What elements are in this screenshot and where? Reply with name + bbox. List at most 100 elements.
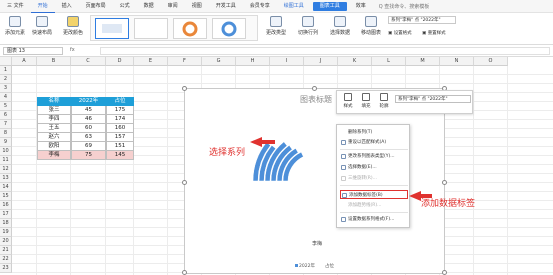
row-header-5[interactable]: 5 (0, 102, 12, 111)
table-cell[interactable]: 151 (106, 142, 134, 151)
format-selection-button[interactable]: ▣ 设置格式 (388, 30, 412, 36)
menu-member[interactable]: 会员专享 (243, 0, 277, 13)
menu-delete-series[interactable]: 删除系列(T) (340, 128, 408, 137)
series-selector[interactable]: 系列"李梅" 点 "2022年" (388, 16, 456, 24)
menu-add-data-labels[interactable]: 添加数据标签(B) (340, 190, 408, 199)
row-header-14[interactable]: 14 (0, 183, 12, 192)
menu-review[interactable]: 审阅 (161, 0, 185, 13)
name-box[interactable]: 图表 13 (3, 47, 63, 55)
command-search[interactable]: Q 查找命令、搜索模板 (379, 3, 430, 10)
menu-home[interactable]: 开始 (30, 0, 55, 13)
column-header-b[interactable]: B (37, 57, 71, 66)
menu-data[interactable]: 数据 (137, 0, 161, 13)
row-header-3[interactable]: 3 (0, 84, 12, 93)
table-cell[interactable]: 李梅 (37, 151, 71, 160)
row-header-16[interactable]: 16 (0, 201, 12, 210)
table-cell[interactable]: 45 (71, 106, 106, 115)
table-cell[interactable]: 46 (71, 115, 106, 124)
resize-handle-se[interactable] (442, 270, 447, 275)
table-cell[interactable]: 欧阳 (37, 142, 71, 151)
column-header-e[interactable]: E (134, 57, 168, 66)
column-header-k[interactable]: K (338, 57, 372, 66)
column-header-o[interactable]: O (474, 57, 508, 66)
table-cell[interactable]: 145 (106, 151, 134, 160)
change-type-button[interactable]: 更改类型 (263, 14, 289, 36)
table-cell[interactable]: 75 (71, 151, 106, 160)
row-header-10[interactable]: 10 (0, 147, 12, 156)
table-cell[interactable]: 王五 (37, 124, 71, 133)
menu-add-trendline[interactable]: 添加趋势线(R)... (340, 201, 408, 210)
menu-developer[interactable]: 开发工具 (209, 0, 243, 13)
column-header-c[interactable]: C (71, 57, 106, 66)
row-header-6[interactable]: 6 (0, 111, 12, 120)
row-header-9[interactable]: 9 (0, 138, 12, 147)
add-element-button[interactable]: 添加元素 (4, 14, 26, 36)
change-color-button[interactable]: 更改颜色 (60, 14, 86, 36)
table-cell[interactable]: 175 (106, 106, 134, 115)
column-header-m[interactable]: M (406, 57, 440, 66)
row-header-22[interactable]: 22 (0, 255, 12, 264)
column-header-h[interactable]: H (236, 57, 270, 66)
style-button[interactable]: 样式 (341, 93, 355, 109)
table-header-2022[interactable]: 2022年 (71, 97, 106, 106)
chart-style-2[interactable] (134, 18, 168, 39)
table-cell[interactable]: 张三 (37, 106, 71, 115)
table-cell[interactable]: 157 (106, 133, 134, 142)
column-header-i[interactable]: I (270, 57, 304, 66)
mini-series-selector[interactable]: 系列"李梅" 点 "2022年" (395, 95, 471, 103)
menu-view[interactable]: 视图 (185, 0, 209, 13)
formula-input[interactable] (100, 47, 550, 55)
column-header-a[interactable]: A (12, 57, 37, 66)
menu-select-data[interactable]: 选择数据(E)... (340, 163, 408, 172)
table-cell[interactable]: 160 (106, 124, 134, 133)
switch-row-col-button[interactable]: 切换行列 (294, 14, 322, 36)
table-cell[interactable]: 李四 (37, 115, 71, 124)
row-header-2[interactable]: 2 (0, 75, 12, 84)
select-all-corner[interactable] (0, 57, 12, 66)
column-header-g[interactable]: G (202, 57, 236, 66)
resize-handle-n[interactable] (312, 86, 317, 91)
row-header-7[interactable]: 7 (0, 120, 12, 129)
column-header-l[interactable]: L (372, 57, 406, 66)
resize-handle-sw[interactable] (182, 270, 187, 275)
row-header-20[interactable]: 20 (0, 237, 12, 246)
chart-style-1[interactable] (95, 18, 129, 39)
column-header-j[interactable]: J (304, 57, 338, 66)
row-header-23[interactable]: 23 (0, 264, 12, 273)
chart-legend[interactable]: 2022年 占位 (295, 263, 334, 269)
menu-3d-rotation[interactable]: 三维旋转(R)... (340, 174, 408, 183)
row-header-15[interactable]: 15 (0, 192, 12, 201)
resize-handle-nw[interactable] (182, 86, 187, 91)
column-header-d[interactable]: D (106, 57, 134, 66)
fill-button[interactable]: 填充 (359, 93, 373, 109)
row-header-19[interactable]: 19 (0, 228, 12, 237)
menu-reset-style[interactable]: 重设以匹配样式(A) (340, 138, 408, 147)
menu-efficiency[interactable]: 效率 (349, 0, 373, 13)
resize-handle-w[interactable] (182, 180, 187, 185)
menu-change-chart-type[interactable]: 更改系列图表类型(Y)... (340, 152, 408, 161)
table-header-placeholder[interactable]: 占位 (106, 97, 134, 106)
quick-layout-button[interactable]: 快速布局 (30, 14, 54, 36)
table-cell[interactable]: 60 (71, 124, 106, 133)
table-cell[interactable]: 赵六 (37, 133, 71, 142)
row-header-11[interactable]: 11 (0, 156, 12, 165)
column-header-n[interactable]: N (440, 57, 474, 66)
row-header-18[interactable]: 18 (0, 219, 12, 228)
chart-style-4[interactable] (212, 18, 246, 39)
table-cell[interactable]: 63 (71, 133, 106, 142)
menu-chart-tools[interactable]: 图表工具 (312, 1, 347, 11)
move-chart-button[interactable]: 移动图表 (358, 14, 384, 36)
table-cell[interactable]: 69 (71, 142, 106, 151)
menu-formulas[interactable]: 公式 (113, 0, 137, 13)
column-header-f[interactable]: F (168, 57, 202, 66)
chart-style-3[interactable] (173, 18, 207, 39)
row-header-1[interactable]: 1 (0, 66, 12, 75)
row-header-12[interactable]: 12 (0, 165, 12, 174)
row-header-21[interactable]: 21 (0, 246, 12, 255)
menu-drawing-tools[interactable]: 绘图工具 (277, 0, 311, 13)
select-data-button[interactable]: 选择数据 (327, 14, 353, 36)
row-header-17[interactable]: 17 (0, 210, 12, 219)
row-header-8[interactable]: 8 (0, 129, 12, 138)
row-header-13[interactable]: 13 (0, 174, 12, 183)
table-cell[interactable]: 174 (106, 115, 134, 124)
